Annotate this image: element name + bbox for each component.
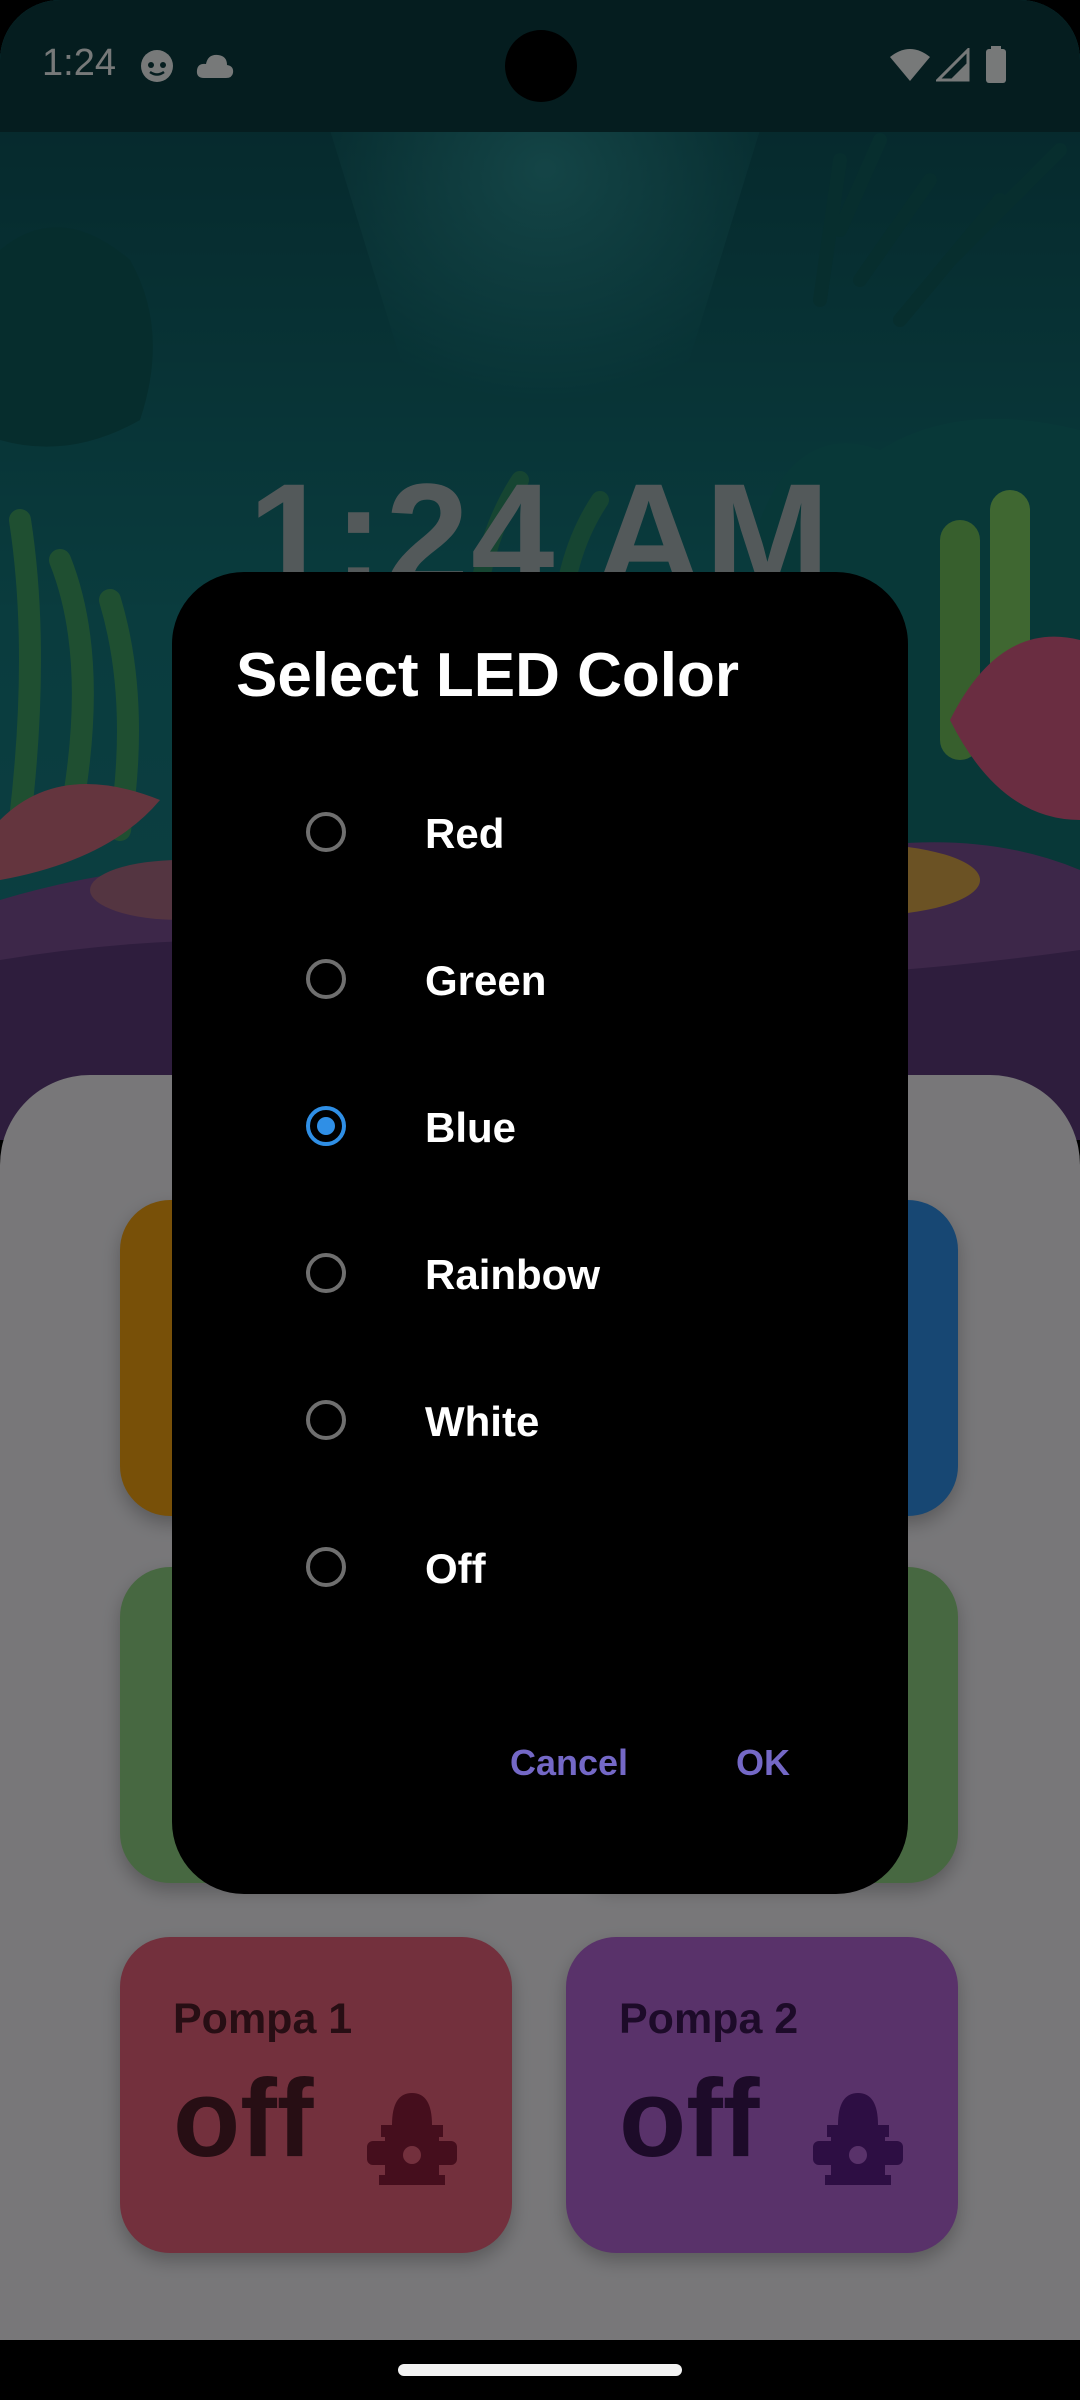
option-blue[interactable]: Blue (172, 1056, 908, 1203)
option-rainbow[interactable]: Rainbow (172, 1203, 908, 1350)
radio-button[interactable] (306, 812, 346, 852)
cancel-button[interactable]: Cancel (510, 1742, 628, 1784)
option-label: Green (425, 957, 547, 1004)
dialog-title: Select LED Color (236, 641, 739, 710)
option-off[interactable]: Off (172, 1497, 908, 1644)
option-label: Rainbow (425, 1251, 600, 1298)
option-label: White (425, 1398, 540, 1445)
option-red[interactable]: Red (172, 762, 908, 909)
radio-button[interactable] (306, 1547, 346, 1587)
option-label: Blue (425, 1104, 517, 1151)
option-label: Red (425, 810, 505, 857)
home-gesture-handle[interactable] (398, 2364, 682, 2376)
radio-button-selected[interactable] (306, 1106, 346, 1146)
led-color-dialog: Select LED Color Red Green Blue Rainbow … (172, 572, 908, 1894)
radio-button[interactable] (306, 959, 346, 999)
radio-button[interactable] (306, 1253, 346, 1293)
radio-button[interactable] (306, 1400, 346, 1440)
ok-button[interactable]: OK (736, 1742, 790, 1784)
phone-screen: 1:24 1:24 AM Pompa 1 (0, 0, 1080, 2400)
option-green[interactable]: Green (172, 909, 908, 1056)
option-white[interactable]: White (172, 1350, 908, 1497)
option-label: Off (425, 1545, 486, 1592)
